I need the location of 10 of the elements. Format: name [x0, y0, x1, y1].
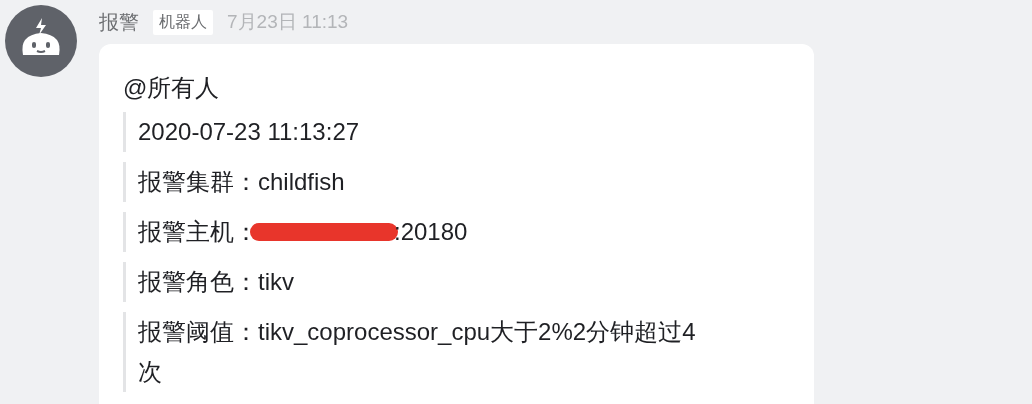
message-time: 7月23日 11:13 [227, 10, 349, 34]
quote-line: 报警阈值：tikv_coprocessor_cpu大于2%2分钟超过4次 [123, 312, 703, 392]
robot-avatar-icon [5, 5, 77, 77]
sender-name: 报警 [99, 9, 139, 35]
mention-text: @所有人 [123, 73, 221, 103]
quote-line: 报警主机： :20180 [123, 212, 703, 252]
quote-line: 报警集群：childfish [123, 162, 703, 202]
quote-line: 报警角色：tikv [123, 262, 703, 302]
robot-tag: 机器人 [153, 9, 213, 35]
quote-line: 2020-07-23 11:13:27 [123, 112, 703, 152]
